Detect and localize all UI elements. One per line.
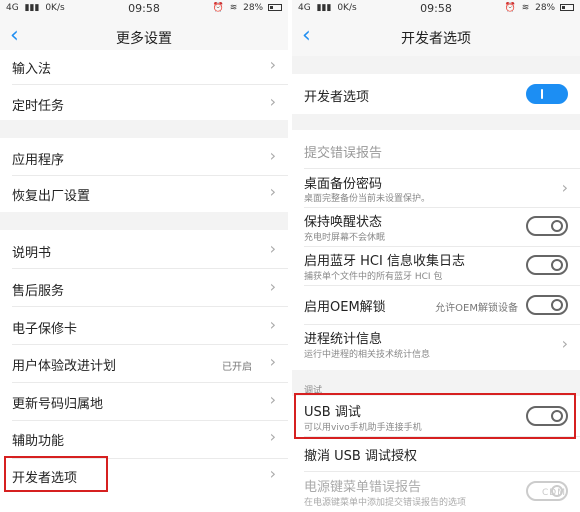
item-label: 售后服务 — [12, 284, 65, 299]
settings-group-3: 说明书 › 售后服务 › 电子保修卡 › 用户体验改进计划 已开启 › 更新号码… — [0, 230, 288, 512]
status-right: ⏰ ≋ 28% — [505, 3, 574, 13]
list-item-desktop-backup-password[interactable]: 桌面备份密码 桌面完整备份当前未设置保护。 › — [292, 169, 580, 207]
status-bar: 4G ▮▮▮ 0K/s 09:58 ⏰ ≋ 28% — [292, 0, 580, 18]
battery-icon — [268, 4, 282, 11]
item-label: 启用OEM解锁 — [304, 300, 386, 315]
item-subtitle: 桌面完整备份当前未设置保护。 — [304, 194, 431, 204]
item-value: 允许OEM解锁设备 — [435, 303, 518, 314]
chevron-right-icon: › — [269, 277, 276, 296]
wifi-icon: ≋ — [521, 3, 530, 13]
chevron-right-icon: › — [269, 92, 276, 111]
item-label: 保持唤醒状态 — [304, 215, 383, 230]
chevron-right-icon: › — [269, 352, 276, 371]
alarm-icon: ⏰ — [504, 3, 516, 13]
chevron-right-icon: › — [561, 178, 568, 197]
item-label: 应用程序 — [12, 153, 65, 168]
developer-options-screen: 4G ▮▮▮ 0K/s 09:58 ⏰ ≋ 28% ‹ 开发者选项 开发者选项 … — [292, 0, 580, 512]
status-right: ⏰ ≋ 28% — [213, 3, 282, 13]
item-subtitle: 捕获单个文件中的所有蓝牙 HCI 包 — [304, 272, 443, 282]
list-item-revoke-usb-authorization[interactable]: 撤消 USB 调试授权 — [292, 437, 580, 471]
item-label: 定时任务 — [12, 99, 65, 114]
wifi-icon: ≋ — [229, 3, 238, 13]
page-title: 更多设置 — [116, 31, 172, 47]
item-label: USB 调试 — [304, 405, 361, 420]
toggle-knob — [551, 259, 563, 271]
item-label: 辅助功能 — [12, 434, 65, 449]
master-label: 开发者选项 — [304, 90, 370, 105]
more-settings-screen: 4G ▮▮▮ 0K/s 09:58 ⏰ ≋ 28% ‹ 更多设置 输入法 › 定… — [0, 0, 288, 512]
chevron-right-icon: › — [269, 315, 276, 334]
item-label: 说明书 — [12, 246, 52, 261]
item-subtitle: 运行中进程的相关技术统计信息 — [304, 350, 431, 360]
item-subtitle: 充电时屏幕不会休眠 — [304, 233, 386, 243]
list-item-scheduled-tasks[interactable]: 定时任务 › — [0, 85, 288, 120]
list-item-bluetooth-hci-log[interactable]: 启用蓝牙 HCI 信息收集日志 捕获单个文件中的所有蓝牙 HCI 包 — [292, 247, 580, 285]
item-label: 提交错误报告 — [304, 146, 383, 161]
toggle-knob — [551, 410, 563, 422]
list-item-user-experience[interactable]: 用户体验改进计划 已开启 › — [0, 345, 288, 382]
alarm-icon: ⏰ — [212, 3, 224, 13]
settings-group-2: 应用程序 › 恢复出厂设置 › — [0, 138, 288, 212]
item-label: 更新号码归属地 — [12, 397, 104, 412]
list-item-accessibility[interactable]: 辅助功能 › — [0, 421, 288, 458]
list-item-update-number-location[interactable]: 更新号码归属地 › — [0, 383, 288, 420]
settings-group-1: 输入法 › 定时任务 › — [0, 50, 288, 120]
title-bar: ‹ 开发者选项 — [292, 18, 580, 56]
developer-settings-list: 提交错误报告 桌面备份密码 桌面完整备份当前未设置保护。 › 保持唤醒状态 充电… — [292, 130, 580, 370]
list-item-input-method[interactable]: 输入法 › — [0, 50, 288, 84]
toggle-knob — [551, 220, 563, 232]
item-label: 电子保修卡 — [12, 322, 78, 337]
debug-section-header: 调试 — [304, 386, 323, 396]
list-item-process-stats[interactable]: 进程统计信息 运行中进程的相关技术统计信息 › — [292, 325, 580, 365]
item-label: 撤消 USB 调试授权 — [304, 449, 417, 464]
usb-debugging-toggle[interactable] — [526, 406, 568, 426]
list-item-stay-awake[interactable]: 保持唤醒状态 充电时屏幕不会休眠 — [292, 208, 580, 246]
item-label: 用户体验改进计划 — [12, 359, 117, 374]
list-item-usb-debugging[interactable]: USB 调试 可以用vivo手机助手连接手机 — [292, 396, 580, 436]
developer-options-toggle[interactable] — [526, 84, 568, 104]
item-label: 进程统计信息 — [304, 332, 383, 347]
watermark-text: CDM — [542, 488, 566, 498]
list-item-applications[interactable]: 应用程序 › — [0, 138, 288, 175]
list-item-warranty-card[interactable]: 电子保修卡 › — [0, 307, 288, 344]
item-subtitle: 在电源键菜单中添加提交错误报告的选项 — [304, 498, 467, 508]
chevron-right-icon: › — [269, 390, 276, 409]
developer-options-master-row[interactable]: 开发者选项 — [292, 74, 580, 114]
item-label: 启用蓝牙 HCI 信息收集日志 — [304, 254, 465, 269]
item-value: 已开启 — [222, 362, 252, 373]
chevron-right-icon: › — [269, 239, 276, 258]
item-label: 输入法 — [12, 62, 52, 77]
item-label: 开发者选项 — [12, 471, 78, 486]
toggle-knob — [551, 299, 563, 311]
list-item-power-menu-bug-report[interactable]: 电源键菜单错误报告 在电源键菜单中添加提交错误报告的选项 — [292, 472, 580, 512]
chevron-right-icon: › — [269, 464, 276, 483]
list-item-submit-bug-report[interactable]: 提交错误报告 — [292, 130, 580, 168]
chevron-right-icon: › — [269, 55, 276, 74]
list-item-factory-reset[interactable]: 恢复出厂设置 › — [0, 176, 288, 212]
chevron-right-icon: › — [269, 146, 276, 165]
chevron-right-icon: › — [561, 334, 568, 353]
bluetooth-hci-toggle[interactable] — [526, 255, 568, 275]
battery-percent: 28% — [243, 3, 264, 13]
stay-awake-toggle[interactable] — [526, 216, 568, 236]
list-item-developer-options[interactable]: 开发者选项 › — [0, 459, 288, 496]
item-subtitle: 可以用vivo手机助手连接手机 — [304, 423, 422, 433]
list-item-manual[interactable]: 说明书 › — [0, 230, 288, 268]
battery-percent: 28% — [535, 3, 556, 13]
item-label: 桌面备份密码 — [304, 177, 383, 192]
list-item-after-sales[interactable]: 售后服务 › — [0, 269, 288, 306]
toggle-knob — [541, 89, 543, 99]
status-bar: 4G ▮▮▮ 0K/s 09:58 ⏰ ≋ 28% — [0, 0, 288, 18]
battery-icon — [560, 4, 574, 11]
debug-settings-list: USB 调试 可以用vivo手机助手连接手机 撤消 USB 调试授权 电源键菜单… — [292, 396, 580, 512]
chevron-right-icon: › — [269, 182, 276, 201]
list-item-oem-unlock[interactable]: 启用OEM解锁 允许OEM解锁设备 — [292, 286, 580, 324]
item-label: 恢复出厂设置 — [12, 189, 91, 204]
oem-unlock-toggle[interactable] — [526, 295, 568, 315]
chevron-right-icon: › — [269, 427, 276, 446]
page-title: 开发者选项 — [401, 31, 471, 47]
item-label: 电源键菜单错误报告 — [304, 480, 422, 495]
